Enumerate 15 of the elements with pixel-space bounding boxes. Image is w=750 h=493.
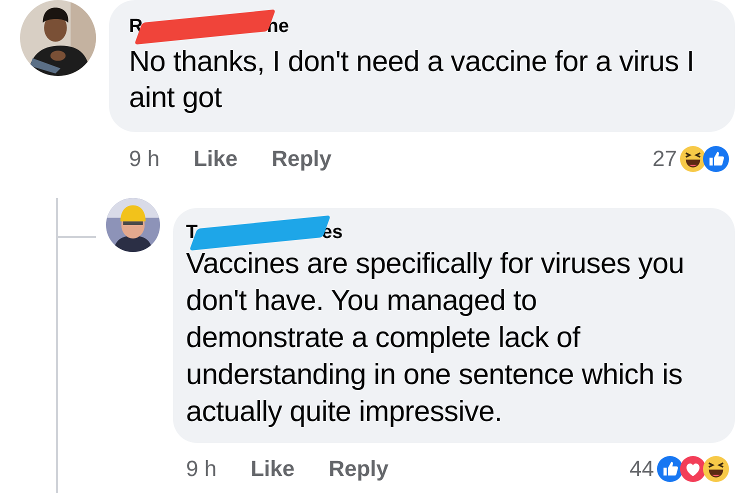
comment-text: Vaccines are specifically for viruses you don't have. You managed to demonstrate a complete lack of understanding in one sentence which is actually quite impressive. [186,247,686,430]
timestamp[interactable]: 9 h [129,146,160,172]
thumbs-up-icon [657,456,683,482]
reply-link[interactable]: Reply [272,146,332,172]
like-link[interactable]: Like [250,456,295,482]
thumbs-up-icon [703,146,729,172]
reply-link[interactable]: Reply [328,456,389,482]
comment-text: No thanks, I don't need a vaccine for a virus I aint got [129,45,696,116]
author-name[interactable]: T [186,222,198,244]
reaction-count[interactable]: 44 [630,456,654,482]
like-link[interactable]: Like [194,146,238,172]
timestamp[interactable]: 9 h [186,456,217,482]
laughing-face-icon [703,456,729,482]
laughing-face-icon [680,146,706,172]
reaction-count[interactable]: 27 [652,146,677,172]
